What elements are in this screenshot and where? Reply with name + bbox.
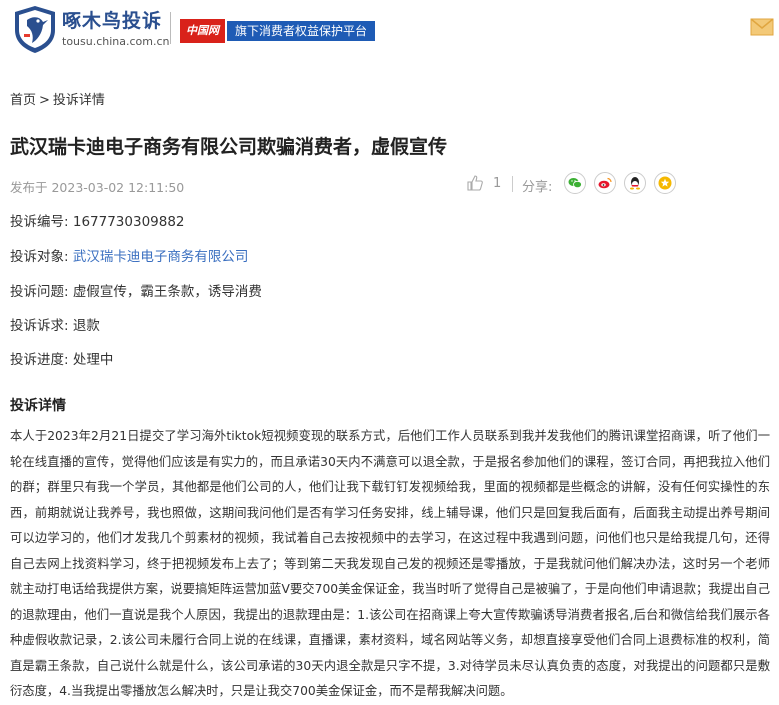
- complaint-id-value: 1677730309882: [72, 214, 185, 230]
- share-qq[interactable]: [624, 172, 646, 194]
- header-divider: [170, 12, 171, 44]
- breadcrumb-home[interactable]: 首页: [10, 93, 36, 108]
- complaint-progress-row: 投诉进度: 处理中: [10, 348, 113, 368]
- share-icons: [564, 172, 684, 194]
- like-count: 1: [493, 175, 502, 191]
- partner-badge: 中国网: [180, 19, 225, 43]
- complaint-issue-value: 虚假宣传，霸王条款，诱导消费: [72, 284, 262, 300]
- like-button[interactable]: 1: [467, 175, 501, 191]
- complaint-progress-value: 处理中: [72, 352, 114, 368]
- detail-heading: 投诉详情: [10, 398, 66, 414]
- thumbs-up-icon: [467, 175, 483, 191]
- complaint-progress-label: 投诉进度:: [10, 352, 69, 368]
- complaint-demand-value: 退款: [72, 318, 100, 334]
- wechat-icon: [568, 178, 582, 189]
- complaint-detail-text: 本人于2023年2月21日提交了学习海外tiktok短视频变现的联系方式，后他们…: [10, 429, 770, 698]
- breadcrumb-separator: >: [39, 93, 50, 108]
- breadcrumb: 首页 > 投诉详情: [10, 89, 108, 108]
- mail-icon[interactable]: [750, 18, 774, 36]
- complaint-target-label: 投诉对象:: [10, 249, 69, 265]
- site-header: 啄木鸟投诉 tousu.china.com.cn 中国网 旗下消费者权益保护平台: [0, 0, 779, 60]
- complaint-issue-row: 投诉问题: 虚假宣传，霸王条款，诱导消费: [10, 280, 262, 300]
- complaint-id-row: 投诉编号: 1677730309882: [10, 210, 185, 230]
- complaint-issue-label: 投诉问题:: [10, 284, 69, 300]
- complaint-demand-label: 投诉诉求:: [10, 318, 69, 334]
- favorite-icon: [658, 176, 672, 190]
- partner-slogan: 旗下消费者权益保护平台: [227, 21, 376, 41]
- publish-time: 发布于 2023-03-02 12:11:50: [10, 180, 185, 195]
- meta-divider: [512, 176, 513, 192]
- share-favorite[interactable]: [654, 172, 676, 194]
- woodpecker-shield-icon: [15, 6, 55, 53]
- complaint-target-row: 投诉对象: 武汉瑞卡迪电子商务有限公司: [10, 245, 248, 265]
- complaint-demand-row: 投诉诉求: 退款: [10, 314, 100, 334]
- weibo-icon: [598, 177, 612, 189]
- logo-domain: tousu.china.com.cn: [62, 35, 170, 48]
- share-label: 分享:: [522, 180, 553, 195]
- share-wechat[interactable]: [564, 172, 586, 194]
- site-logo[interactable]: 啄木鸟投诉 tousu.china.com.cn: [12, 4, 170, 54]
- logo-title: 啄木鸟投诉: [62, 10, 163, 32]
- share-weibo[interactable]: [594, 172, 616, 194]
- page-title: 武汉瑞卡迪电子商务有限公司欺骗消费者，虚假宣传: [10, 136, 448, 158]
- complaint-id-label: 投诉编号:: [10, 214, 69, 230]
- breadcrumb-current: 投诉详情: [52, 93, 105, 108]
- complaint-target-link[interactable]: 武汉瑞卡迪电子商务有限公司: [73, 249, 249, 265]
- partner-banner[interactable]: 中国网 旗下消费者权益保护平台: [180, 18, 376, 44]
- qq-icon: [630, 177, 640, 190]
